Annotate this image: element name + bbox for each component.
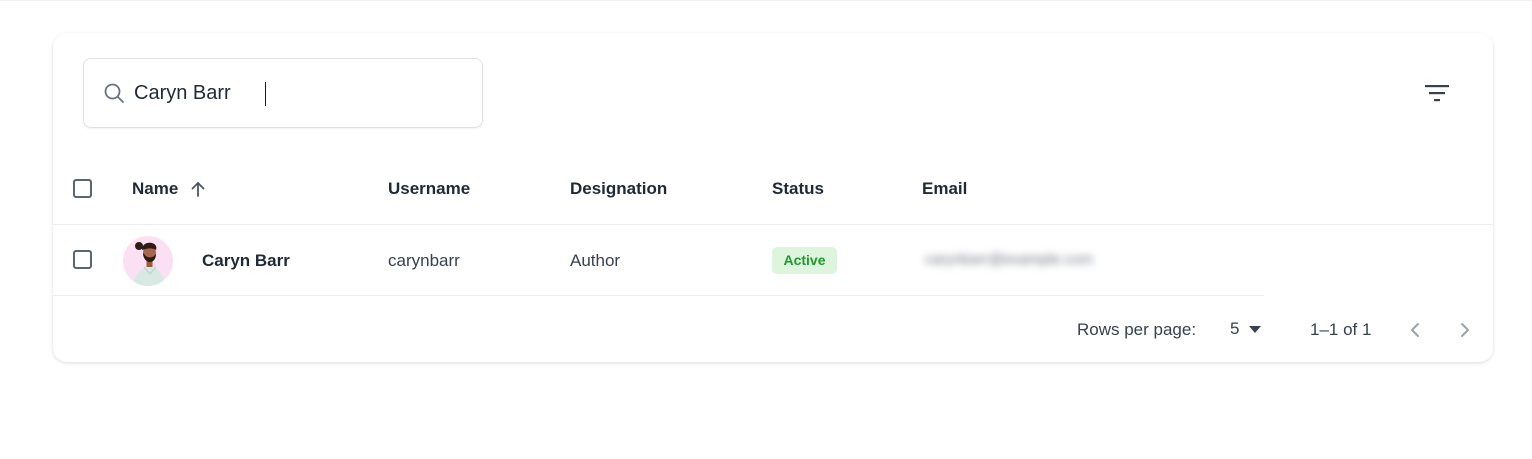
column-header-designation[interactable]: Designation: [570, 179, 667, 199]
text-cursor: [265, 82, 266, 106]
row-checkbox[interactable]: [73, 250, 92, 269]
caret-down-icon: [1249, 326, 1261, 333]
cell-name[interactable]: Caryn Barr: [202, 251, 290, 271]
cell-email-blurred: carynbarr@example.com: [925, 251, 1093, 268]
search-icon: [104, 83, 124, 103]
next-page-button[interactable]: [1450, 316, 1480, 344]
previous-page-button[interactable]: [1400, 316, 1430, 344]
pagination-range: 1–1 of 1: [1310, 320, 1372, 339]
arrow-up-icon[interactable]: [189, 180, 207, 198]
cell-designation: Author: [570, 251, 621, 270]
column-header-status[interactable]: Status: [772, 179, 824, 199]
rows-per-page-value: 5: [1230, 319, 1240, 338]
rows-per-page-label: Rows per page:: [1077, 320, 1197, 339]
top-divider: [0, 0, 1532, 1]
filter-icon: [1425, 85, 1449, 102]
avatar-illustration: [133, 242, 165, 286]
cell-username: carynbarr: [388, 251, 460, 270]
chevron-right-icon: [1461, 323, 1469, 337]
header-divider: [53, 224, 1493, 225]
chevron-left-icon: [1411, 323, 1419, 337]
status-badge: Active: [772, 247, 837, 274]
avatar: [123, 236, 173, 286]
row-divider: [53, 295, 1264, 296]
select-all-checkbox[interactable]: [73, 179, 92, 198]
column-header-username[interactable]: Username: [388, 179, 470, 199]
filter-button[interactable]: [1415, 76, 1459, 110]
search-input[interactable]: [134, 79, 464, 107]
column-header-name[interactable]: Name: [132, 179, 178, 199]
search-box[interactable]: [83, 58, 483, 128]
users-table-card: Name Username Designation Status Email C…: [53, 33, 1493, 362]
rows-per-page-select[interactable]: 5: [1225, 316, 1265, 344]
column-header-email[interactable]: Email: [922, 179, 967, 199]
